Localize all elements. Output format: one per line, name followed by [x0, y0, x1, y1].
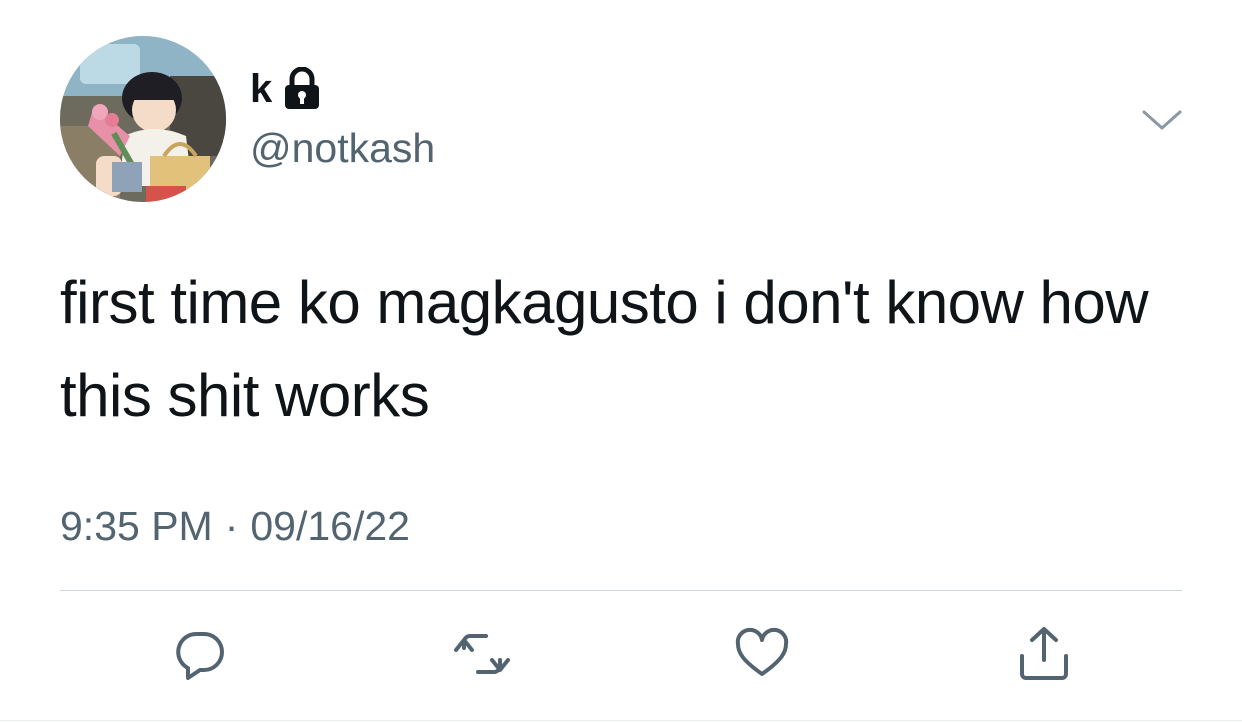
meta-separator: · [224, 503, 239, 549]
reply-icon [170, 624, 230, 689]
user-name-row: k [250, 64, 322, 114]
share-button[interactable] [1012, 624, 1076, 688]
display-name[interactable]: k [250, 64, 272, 114]
like-button[interactable] [730, 624, 794, 688]
tweet-time[interactable]: 9:35 PM [60, 503, 213, 549]
tweet-date[interactable]: 09/16/22 [250, 503, 410, 549]
action-bar [0, 624, 1242, 688]
divider [60, 590, 1182, 591]
share-icon [1014, 624, 1074, 689]
retweet-icon [452, 624, 512, 689]
retweet-button[interactable] [450, 624, 514, 688]
reply-button[interactable] [168, 624, 232, 688]
chevron-down-icon[interactable] [1140, 104, 1184, 136]
tweet-text: first time ko magkagusto i don't know ho… [60, 269, 1149, 429]
avatar[interactable] [60, 36, 226, 202]
tweet-meta: 9:35 PM · 09/16/22 [60, 500, 410, 552]
avatar-image [60, 36, 226, 202]
bottom-divider [0, 720, 1242, 721]
lock-icon [282, 66, 322, 111]
heart-icon [732, 624, 792, 689]
user-handle[interactable]: @notkash [250, 122, 435, 174]
